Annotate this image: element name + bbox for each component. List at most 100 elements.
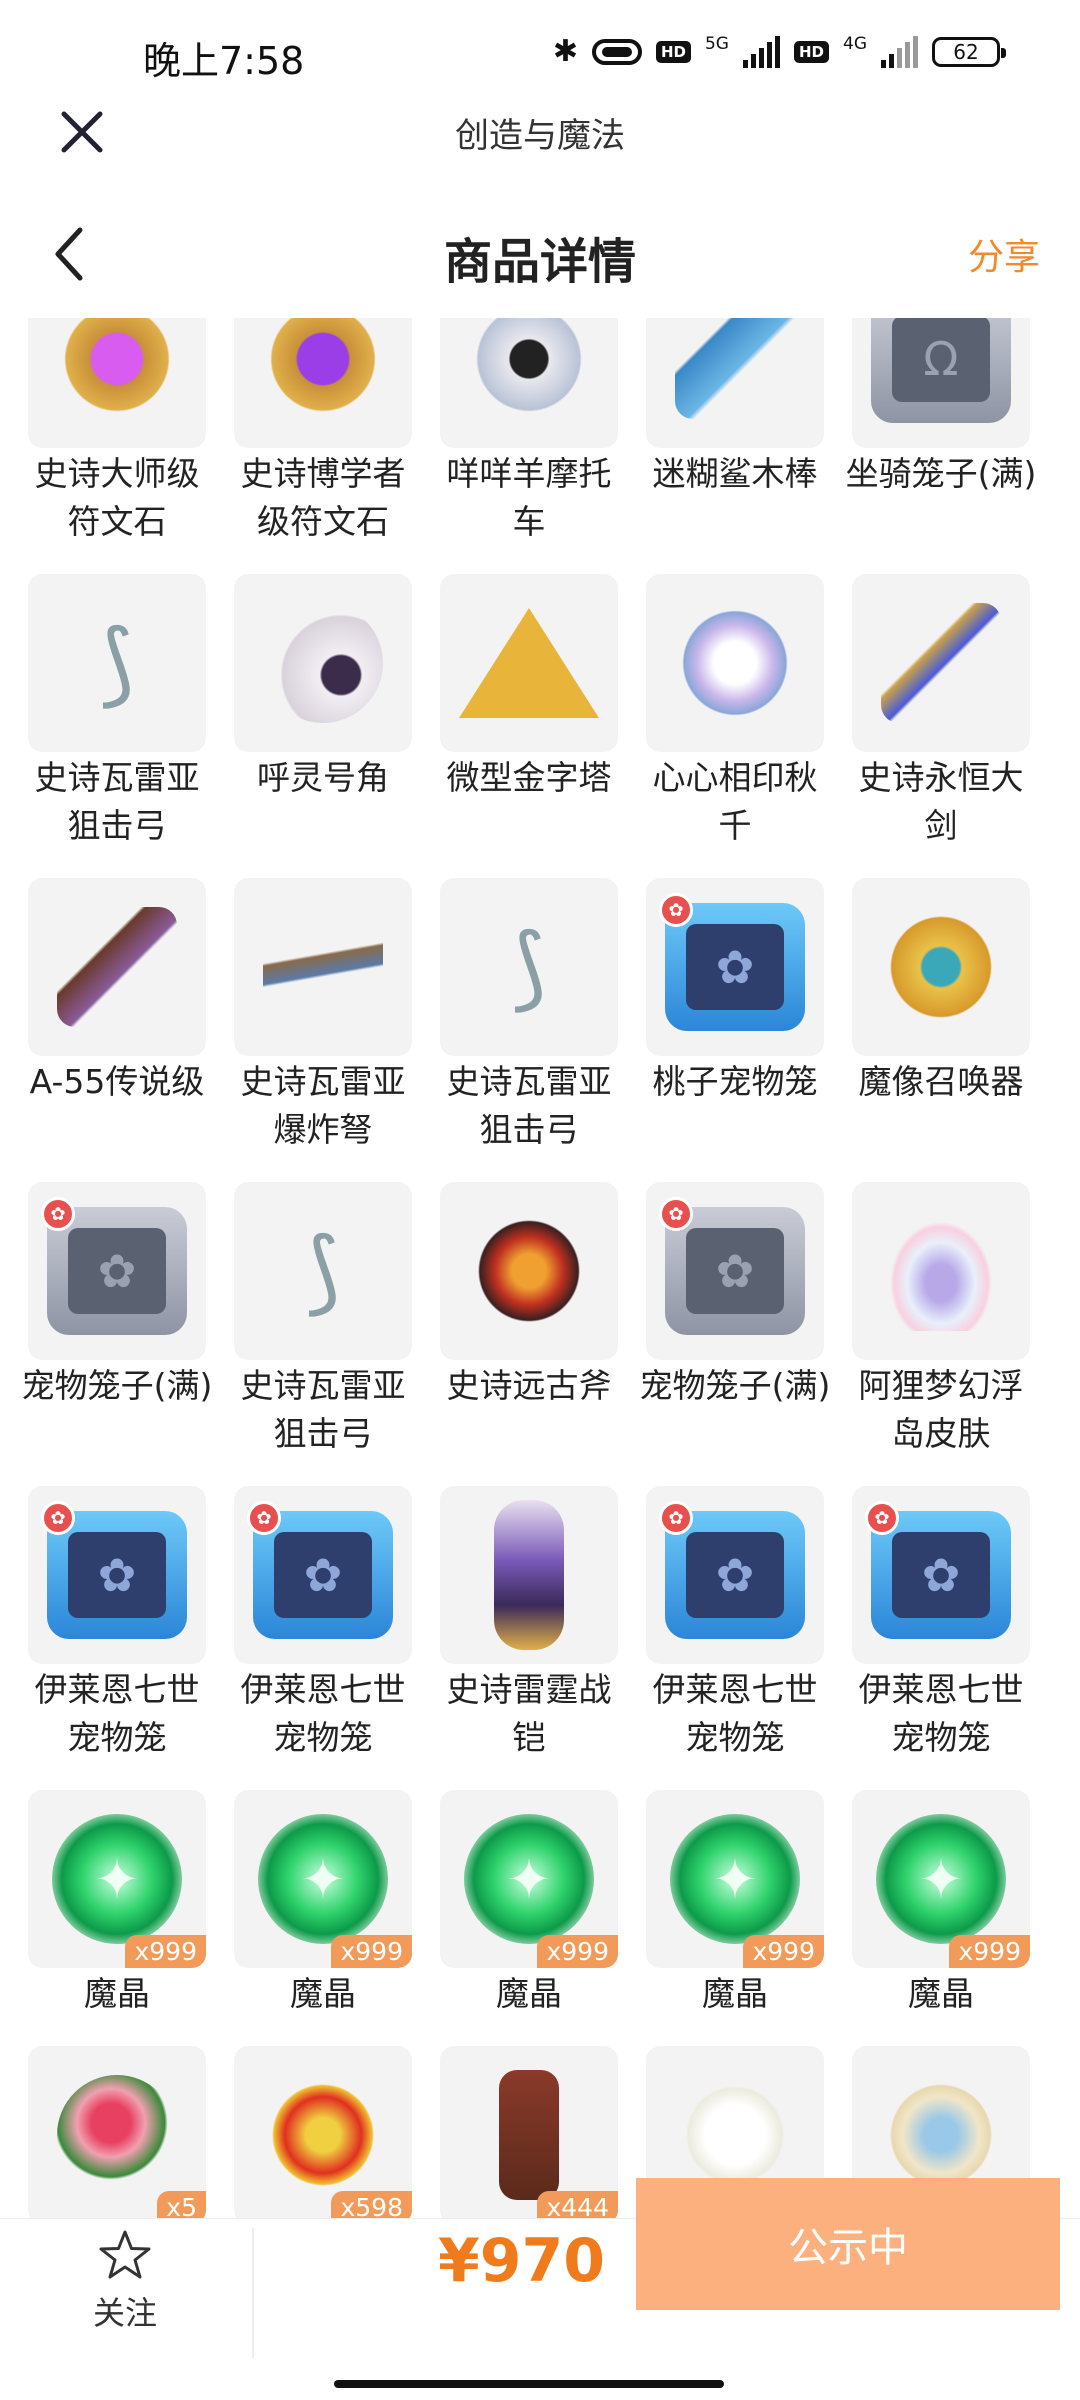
price: ¥970 — [438, 2226, 605, 2296]
bluetooth-icon: ✱ — [552, 34, 578, 69]
item-card[interactable]: 心心相印秋千 — [646, 574, 824, 878]
paw-badge-icon: ✿ — [41, 1501, 75, 1535]
item-name: 伊莱恩七世宠物笼 — [858, 1670, 1024, 1757]
item-card[interactable]: ✦ x999 魔晶 — [646, 1790, 824, 2046]
item-card[interactable]: 呼灵号角 — [234, 574, 412, 878]
item-card[interactable]: x444 — [440, 2046, 618, 2218]
item-name: 史诗瓦雷亚狙击弓 — [34, 758, 200, 845]
item-name: 史诗瓦雷亚狙击弓 — [240, 1366, 406, 1453]
bow-icon: ⟆ — [305, 1218, 341, 1324]
item-card[interactable]: ⟆ 史诗瓦雷亚狙击弓 — [440, 878, 618, 1182]
quantity-badge: x999 — [331, 1935, 412, 1968]
vibrate-icon — [591, 38, 642, 65]
item-image — [28, 318, 206, 448]
item-card[interactable]: ✿ ✿ 宠物笼子(满) — [22, 1182, 212, 1486]
item-card[interactable]: ✿ ✿ 伊莱恩七世宠物笼 — [234, 1486, 412, 1790]
item-card[interactable]: ⟆ 史诗瓦雷亚狙击弓 — [28, 574, 206, 878]
item-image — [234, 574, 412, 752]
item-card[interactable]: 史诗远古斧 — [440, 1182, 618, 1486]
item-image: ✦ x999 — [852, 1790, 1030, 1968]
item-name: 魔晶 — [290, 1974, 356, 2013]
item-grid[interactable]: 史诗大师级符文石 史诗博学者级符文石 咩咩羊摩托车 迷糊鲨木棒 Ω 坐骑笼子(满… — [0, 318, 1080, 2218]
status-bar: 晚上7:58 ✱ HD 5G HD 4G 62 — [0, 0, 1080, 100]
paw-badge-icon: ✿ — [41, 1197, 75, 1231]
page-title: 商品详情 — [443, 234, 636, 290]
item-name: 伊莱恩七世宠物笼 — [652, 1670, 818, 1757]
item-image: ✿ ✿ — [646, 1182, 824, 1360]
item-image: x444 — [440, 2046, 618, 2218]
item-name: 阿狸梦幻浮岛皮肤 — [858, 1366, 1024, 1453]
item-image: ✿ ✿ — [646, 1486, 824, 1664]
signal-icon — [742, 35, 780, 68]
item-image — [646, 574, 824, 752]
crystal-icon: ✦ — [52, 1814, 182, 1944]
item-card[interactable]: x598 — [234, 2046, 412, 2218]
quantity-badge: x999 — [743, 1935, 824, 1968]
item-card[interactable]: ⟆ 史诗瓦雷亚狙击弓 — [234, 1182, 412, 1486]
item-name: 魔晶 — [702, 1974, 768, 2013]
item-card[interactable]: ✦ x999 魔晶 — [234, 1790, 412, 2046]
share-button[interactable]: 分享 — [968, 228, 1040, 280]
item-card[interactable]: ✿ ✿ 伊莱恩七世宠物笼 — [28, 1486, 206, 1790]
item-name: 魔像召唤器 — [858, 1062, 1024, 1101]
item-card[interactable]: x5 — [28, 2046, 206, 2218]
quantity-badge: x444 — [537, 2191, 618, 2218]
paw-badge-icon: ✿ — [659, 1197, 693, 1231]
item-card[interactable]: ✿ ✿ 伊莱恩七世宠物笼 — [646, 1486, 824, 1790]
item-image: ✿ ✿ — [234, 1486, 412, 1664]
crystal-icon: ✦ — [670, 1814, 800, 1944]
item-name: 坐骑笼子(满) — [845, 454, 1037, 493]
item-name: 呼灵号角 — [257, 758, 389, 797]
public-status-button[interactable]: 公示中 — [636, 2178, 1060, 2310]
item-card[interactable]: A-55传说级 — [28, 878, 206, 1182]
item-name: 史诗瓦雷亚爆炸弩 — [240, 1062, 406, 1149]
paw-badge-icon: ✿ — [247, 1501, 281, 1535]
pyramid-icon — [459, 608, 599, 718]
grid-row: A-55传说级 史诗瓦雷亚爆炸弩 ⟆ 史诗瓦雷亚狙击弓 ✿ ✿ 桃子宠物笼 魔像召… — [28, 878, 1068, 1182]
item-name: 咩咩羊摩托车 — [446, 454, 612, 541]
grid-row: ✦ x999 魔晶 ✦ x999 魔晶 ✦ x999 魔晶 ✦ x999 魔晶 ✦ x99… — [28, 1790, 1068, 2046]
item-card[interactable]: ✦ x999 魔晶 — [28, 1790, 206, 2046]
item-card[interactable]: 迷糊鲨木棒 — [646, 318, 824, 574]
item-name: 伊莱恩七世宠物笼 — [34, 1670, 200, 1757]
item-card[interactable]: 史诗永恒大剑 — [852, 574, 1030, 878]
item-card[interactable]: 史诗瓦雷亚爆炸弩 — [234, 878, 412, 1182]
item-image: ⟆ — [28, 574, 206, 752]
item-card[interactable]: Ω 坐骑笼子(满) — [846, 318, 1036, 574]
bow-icon: ⟆ — [99, 610, 135, 716]
paw-badge-icon: ✿ — [659, 1501, 693, 1535]
quantity-badge: x999 — [949, 1935, 1030, 1968]
item-card[interactable]: ✿ ✿ 桃子宠物笼 — [646, 878, 824, 1182]
item-image: ✿ ✿ — [852, 1486, 1030, 1664]
item-image: ✿ ✿ — [28, 1182, 206, 1360]
item-card[interactable]: 史诗大师级符文石 — [28, 318, 206, 574]
quantity-badge: x999 — [537, 1935, 618, 1968]
item-card[interactable]: 微型金字塔 — [440, 574, 618, 878]
item-card[interactable]: ✦ x999 魔晶 — [852, 1790, 1030, 2046]
item-card[interactable]: 阿狸梦幻浮岛皮肤 — [852, 1182, 1030, 1486]
item-card[interactable]: 史诗雷霆战铠 — [440, 1486, 618, 1790]
item-card[interactable]: 史诗博学者级符文石 — [234, 318, 412, 574]
item-name: 宠物笼子(满) — [21, 1366, 213, 1405]
battery-level: 62 — [953, 39, 979, 64]
item-name: 史诗瓦雷亚狙击弓 — [446, 1062, 612, 1149]
divider — [252, 2228, 254, 2358]
status-time: 晚上7:58 — [143, 39, 305, 83]
item-image — [234, 878, 412, 1056]
item-card[interactable]: ✦ x999 魔晶 — [440, 1790, 618, 2046]
crystal-icon: ✦ — [876, 1814, 1006, 1944]
app-title: 创造与魔法 — [455, 116, 625, 156]
paw-badge-icon: ✿ — [659, 893, 693, 927]
item-image: ✦ x999 — [440, 1790, 618, 1968]
item-name: A-55传说级 — [29, 1062, 205, 1101]
item-card[interactable]: ✿ ✿ 伊莱恩七世宠物笼 — [852, 1486, 1030, 1790]
home-indicator[interactable] — [334, 2380, 724, 2388]
item-card[interactable]: ✿ ✿ 宠物笼子(满) — [640, 1182, 830, 1486]
item-card[interactable]: 咩咩羊摩托车 — [440, 318, 618, 574]
follow-label: 关注 — [92, 2294, 157, 2332]
follow-button[interactable]: 关注 — [60, 2228, 190, 2334]
item-card[interactable]: 魔像召唤器 — [852, 878, 1030, 1182]
grid-row: 史诗大师级符文石 史诗博学者级符文石 咩咩羊摩托车 迷糊鲨木棒 Ω 坐骑笼子(满… — [28, 318, 1068, 574]
hd-icon-2: HD — [793, 40, 829, 63]
item-name: 史诗博学者级符文石 — [240, 454, 406, 541]
